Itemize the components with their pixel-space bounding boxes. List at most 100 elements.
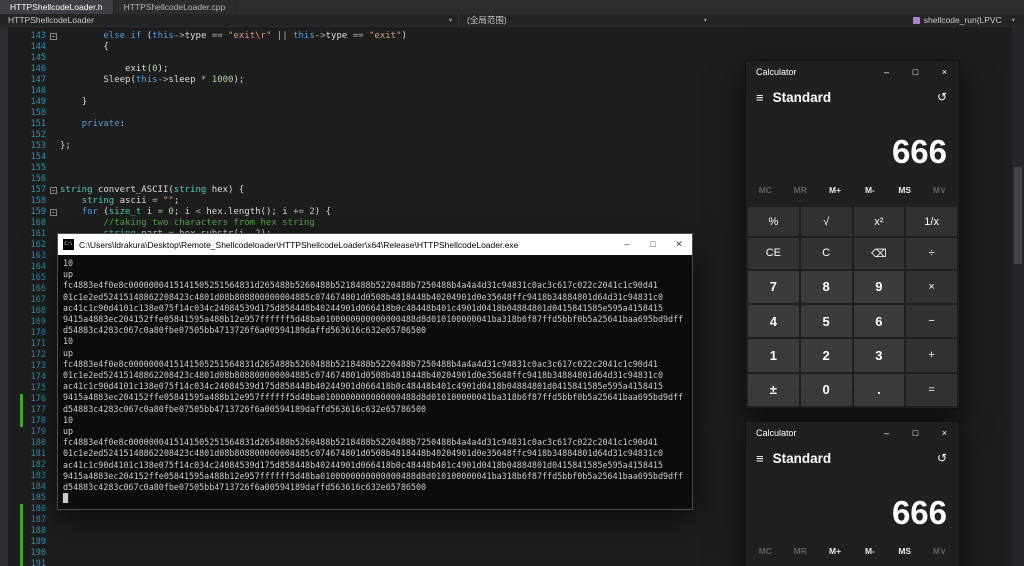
line-number: 160 xyxy=(30,218,46,228)
calc-key-6[interactable]: 6 xyxy=(853,304,905,338)
calc-key-%[interactable]: % xyxy=(748,207,799,237)
memory-button-M+[interactable]: M+ xyxy=(818,179,853,201)
console-line: up xyxy=(63,347,74,358)
close-button[interactable]: × xyxy=(930,422,959,444)
console-titlebar[interactable]: C:\ C:\Users\ldrakura\Desktop\Remote_She… xyxy=(58,234,692,255)
minimize-button[interactable]: – xyxy=(872,422,901,444)
calculator-window-1: Calculator – □ × ≡ Standard ↺ 666 MC MR M+… xyxy=(745,60,960,409)
editor-scrollbar[interactable] xyxy=(1012,27,1024,566)
keypad: % √ x² 1/x CE C ⌫ ÷ 7 8 9 × 4 5 6− 1 2 3 + ±0. = xyxy=(746,207,959,408)
calc-key-9[interactable]: 9 xyxy=(853,270,905,303)
console-line: fc4883e4f0e8c0000000415141505251564831d2… xyxy=(63,358,658,369)
line-number: 177 xyxy=(30,405,46,415)
calc-key-3[interactable]: 3 xyxy=(853,339,905,372)
memory-button-M∨[interactable]: M∨ xyxy=(922,540,957,562)
calc-key-1[interactable]: 1 xyxy=(748,339,799,372)
calc-titlebar[interactable]: Calculator – □ × xyxy=(746,422,959,444)
calc-key-⌫[interactable]: ⌫ xyxy=(853,238,905,269)
calc-key-0[interactable]: 0 xyxy=(800,373,852,406)
calc-key-.[interactable]: . xyxy=(853,373,905,406)
line-number: 180 xyxy=(30,438,46,448)
fold-collapse-icon[interactable] xyxy=(50,187,57,194)
menu-icon[interactable]: ≡ xyxy=(746,90,773,105)
memory-row: MC MR M+ M- MS M∨ xyxy=(748,540,957,562)
history-icon[interactable]: ↺ xyxy=(937,90,959,104)
minimize-button[interactable]: – xyxy=(614,234,640,255)
fold-collapse-icon[interactable] xyxy=(50,209,57,216)
file-dropdown-label: HTTPShellcodeLoader xyxy=(8,15,94,25)
maximize-button[interactable]: □ xyxy=(901,422,930,444)
calc-mode[interactable]: Standard xyxy=(773,90,937,105)
console-line: d54883c4283c067c0a80fbe07505bb4713726f6a… xyxy=(63,482,427,493)
calc-key-2[interactable]: 2 xyxy=(800,339,852,372)
method-icon xyxy=(912,16,920,24)
file-dropdown[interactable]: HTTPShellcodeLoader ▾ xyxy=(0,14,458,26)
calc-mode[interactable]: Standard xyxy=(773,451,937,466)
console-line: 10 xyxy=(63,336,74,347)
calc-header: ≡ Standard ↺ xyxy=(746,83,959,111)
line-number: 154 xyxy=(30,152,46,162)
memory-button-MR[interactable]: MR xyxy=(783,540,818,562)
console-output[interactable]: 10 up fc4883e4f0e8c00000004151415052515648… xyxy=(58,255,692,509)
line-number: 173 xyxy=(30,361,46,371)
memory-row: MC MR M+ M- MS M∨ xyxy=(748,179,957,201)
calc-key-8[interactable]: 8 xyxy=(800,270,852,303)
member-dropdown[interactable]: shellcode_run(LPVC ▾ xyxy=(912,15,1024,25)
history-icon[interactable]: ↺ xyxy=(937,451,959,465)
line-number: 168 xyxy=(30,306,46,316)
calc-key-x²[interactable]: x² xyxy=(853,207,905,237)
line-number: 174 xyxy=(30,372,46,382)
memory-button-M∨[interactable]: M∨ xyxy=(922,179,957,201)
maximize-button[interactable]: □ xyxy=(901,61,930,83)
calc-key-=[interactable]: = xyxy=(906,373,957,406)
calc-key-√[interactable]: √ xyxy=(800,207,852,237)
console-line: fc4883e4f0e8c0000000415141505251564831d2… xyxy=(63,280,658,291)
calc-key-−[interactable]: − xyxy=(906,304,957,338)
line-number: 191 xyxy=(30,559,46,566)
minimize-button[interactable]: – xyxy=(872,61,901,83)
calc-key-+[interactable]: + xyxy=(906,339,957,372)
menu-icon[interactable]: ≡ xyxy=(746,451,773,466)
tab-bar: HTTPShellcodeLoader.h HTTPShellcodeLoader… xyxy=(0,0,1024,14)
memory-button-M+[interactable]: M+ xyxy=(818,540,853,562)
editor-tab[interactable]: HTTPShellcodeLoader.cpp xyxy=(113,0,237,14)
fold-collapse-icon[interactable] xyxy=(50,33,57,40)
close-button[interactable]: ✕ xyxy=(666,234,692,255)
line-number: 157 xyxy=(30,185,46,195)
line-number: 146 xyxy=(30,64,46,74)
memory-button-MS[interactable]: MS xyxy=(887,179,922,201)
calc-key-1/x[interactable]: 1/x xyxy=(906,207,957,237)
calc-key-×[interactable]: × xyxy=(906,270,957,303)
scope-dropdown[interactable]: (全局范围) ▾ xyxy=(458,14,713,26)
memory-button-MR[interactable]: MR xyxy=(783,179,818,201)
memory-button-MC[interactable]: MC xyxy=(748,540,783,562)
memory-button-MS[interactable]: MS xyxy=(887,540,922,562)
calc-key-÷[interactable]: ÷ xyxy=(906,238,957,269)
calc-key-5[interactable]: 5 xyxy=(800,304,852,338)
code-text: string convert_ASCII(string hex) { xyxy=(60,185,245,195)
calc-key-7[interactable]: 7 xyxy=(748,270,799,303)
calc-key-CE[interactable]: CE xyxy=(748,238,799,269)
memory-button-MC[interactable]: MC xyxy=(748,179,783,201)
line-number: 148 xyxy=(30,86,46,96)
close-button[interactable]: × xyxy=(930,61,959,83)
console-line: d54883c4283c067c0a80fbe07505bb4713726f6a… xyxy=(63,325,427,336)
code-text: else if (this->type == "exit\r" || this-… xyxy=(103,31,407,41)
chevron-down-icon: ▾ xyxy=(1011,17,1015,24)
console-line: ac41c1c90d4101c138e075f14c034c24084539d1… xyxy=(63,302,664,313)
calc-key-±[interactable]: ± xyxy=(748,373,799,406)
calc-key-4[interactable]: 4 xyxy=(748,304,799,338)
memory-button-M-[interactable]: M- xyxy=(852,179,887,201)
scrollbar-thumb[interactable] xyxy=(1014,167,1022,265)
console-line: fc4883e4f0e8c0000000415141505251564831d2… xyxy=(63,437,658,448)
chevron-down-icon: ▾ xyxy=(703,17,707,24)
line-number: 162 xyxy=(30,240,46,250)
calc-display: 666 xyxy=(891,133,947,170)
calc-titlebar[interactable]: Calculator – □ × xyxy=(746,61,959,83)
console-window: C:\ C:\Users\ldrakura\Desktop\Remote_She… xyxy=(57,233,693,510)
code-text: exit(0); xyxy=(125,64,169,74)
memory-button-M-[interactable]: M- xyxy=(852,540,887,562)
editor-tab[interactable]: HTTPShellcodeLoader.h xyxy=(0,0,114,14)
maximize-button[interactable]: □ xyxy=(640,234,666,255)
calc-key-C[interactable]: C xyxy=(800,238,852,269)
